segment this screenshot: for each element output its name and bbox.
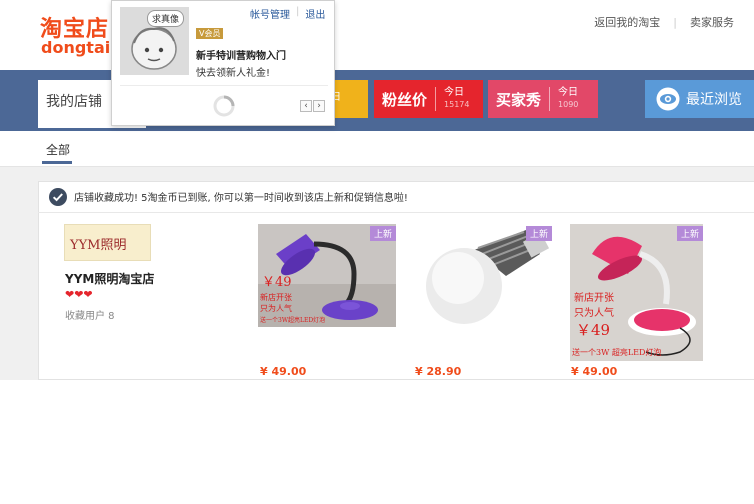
show-today-count: 1090 [558,100,579,109]
product-image-text: ￥49 [576,321,610,339]
product-price[interactable]: ¥ 49.00 [260,365,306,378]
fans-today-count: 15174 [444,100,470,109]
active-tab-underline [42,161,72,164]
vip-badge: V会员 [196,28,224,39]
buyer-show-button[interactable]: 买家秀 今日 1090 [488,80,598,118]
next-arrow-icon[interactable]: › [313,100,325,112]
fans-today-label: 今日 [444,87,465,98]
product-card[interactable]: 上新 [414,224,552,334]
prev-arrow-icon[interactable]: ‹ [300,100,312,112]
popup-divider [120,85,328,86]
logout-link[interactable]: 退出 [305,6,325,21]
product-image-text: ￥49 [262,275,292,290]
product-image-text: 送一个3W 超亮LED灯泡 [572,347,661,357]
tab-bar: 全部 [0,131,754,167]
account-popup: 求真像 帐号管理 | 退出 V会员 新手特训营购物入门 快去领新人礼金! ‹ › [111,0,335,126]
top-links: 返回我的淘宝 | 卖家服务 [594,14,734,30]
product-image-text: 新店开张 [574,291,614,304]
shop-logo[interactable]: YYM照明 [64,224,151,261]
newbie-gift-link[interactable]: 快去领新人礼金! [196,64,270,79]
popup-account-links: 帐号管理 | 退出 [250,6,325,21]
tab-all[interactable]: 全部 [46,141,70,158]
product-price[interactable]: ¥ 49.00 [571,365,617,378]
new-badge: 上新 [369,226,396,241]
seller-service-link[interactable]: 卖家服务 [690,14,734,30]
eye-icon [656,87,680,111]
shop-name-link[interactable]: YYM照明淘宝店 [65,270,154,287]
newbie-camp-link[interactable]: 新手特训营购物入门 [196,47,286,62]
recently-viewed-button[interactable]: 最近浏览 [645,80,754,118]
product-price[interactable]: ¥ 28.90 [415,365,461,378]
favorite-users-count: 收藏用户 8 [65,311,115,322]
show-today-label: 今日 [558,87,579,98]
notice-text: 店铺收藏成功! 5淘金币已到账, 你可以第一时间收到该店上新和促销信息啦! [74,193,408,204]
back-to-my-taobao-link[interactable]: 返回我的淘宝 [594,14,660,30]
product-image-text: 送一个3W超亮LED灯泡 [260,316,325,324]
new-badge: 上新 [525,226,552,241]
product-image-text: 只为人气 [260,303,292,313]
product-image-text: 只为人气 [574,306,614,319]
avatar-speech-bubble: 求真像 [147,10,185,27]
link-separator: | [673,15,677,29]
buyer-show-label: 买家秀 [496,90,542,109]
recently-viewed-label: 最近浏览 [686,92,742,108]
product-image-text: 新店开张 [260,292,292,302]
loading-spinner-icon [213,95,235,117]
shop-rating-hearts: ❤❤❤ [65,288,93,301]
product-card[interactable]: ￥49 新店开张 只为人气 送一个3W超亮LED灯泡 上新 [258,224,396,327]
product-image-pink-lamp: 新店开张 只为人气 ￥49 送一个3W 超亮LED灯泡 [570,224,703,361]
fans-price-button[interactable]: 粉丝价 今日 15174 [374,80,483,118]
link-separator: | [296,6,300,17]
favorite-success-notice: 店铺收藏成功! 5淘金币已到账, 你可以第一时间收到该店上新和促销信息啦! [38,181,754,213]
product-card[interactable]: 新店开张 只为人气 ￥49 送一个3W 超亮LED灯泡 上新 [570,224,703,361]
logo-english[interactable]: dongtai [41,38,110,57]
check-circle-icon [49,187,67,206]
account-management-link[interactable]: 帐号管理 [250,6,290,21]
new-badge: 上新 [676,226,703,241]
fans-price-label: 粉丝价 [382,90,428,109]
